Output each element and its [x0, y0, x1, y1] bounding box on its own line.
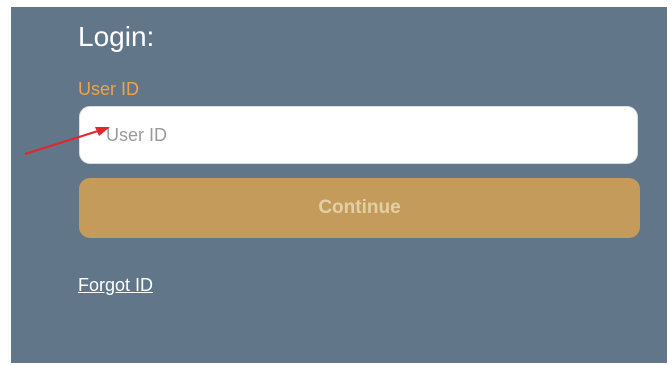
login-title: Login: [78, 21, 155, 52]
user-id-input[interactable] [80, 107, 637, 163]
continue-button[interactable]: Continue [79, 178, 640, 238]
user-id-label: User ID [78, 79, 140, 99]
user-id-input-box[interactable] [79, 106, 638, 164]
login-panel: Login: User ID Continue Forgot ID [11, 7, 667, 363]
forgot-id-link[interactable]: Forgot ID [78, 276, 153, 294]
